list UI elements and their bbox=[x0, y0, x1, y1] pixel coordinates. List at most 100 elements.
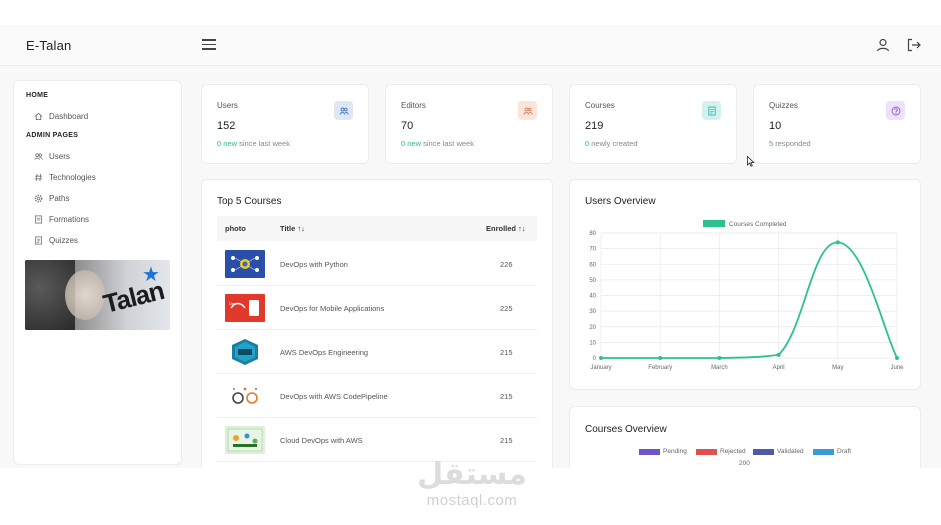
stat-subtext: 0 newly created bbox=[585, 139, 638, 148]
card-title: Top 5 Courses bbox=[217, 196, 282, 207]
stat-card-quizzes: Quizzes 10 5 responded bbox=[753, 84, 921, 164]
sidebar-item-paths[interactable]: Paths bbox=[34, 191, 69, 205]
course-title: AWS DevOps Engineering bbox=[280, 348, 369, 357]
y-tick-label: 70 bbox=[589, 247, 596, 253]
sidebar-item-technologies[interactable]: Technologies bbox=[34, 170, 96, 184]
stat-label: Users bbox=[217, 101, 238, 110]
data-point bbox=[835, 240, 840, 245]
stat-label: Quizzes bbox=[769, 101, 798, 110]
sidebar-item-label: Formations bbox=[49, 214, 90, 224]
stat-value: 10 bbox=[769, 120, 782, 132]
y-tick-label: 0 bbox=[593, 356, 597, 362]
aws-thumb bbox=[225, 338, 265, 366]
y-tick-label: 60 bbox=[589, 262, 596, 268]
promo-image: Talan ★ bbox=[25, 260, 170, 330]
app-window: E-Talan HOME Dashboard ADMIN PAGES Users… bbox=[0, 25, 941, 468]
mobile-thumb: Dev bbox=[225, 294, 265, 322]
stat-card-users: Users 152 0 new since last week bbox=[201, 84, 369, 164]
top-courses-card: Top 5 Courses photo Title ↑↓ Enrolled ↑↓… bbox=[201, 179, 553, 468]
sidebar-section-admin: ADMIN PAGES bbox=[26, 132, 79, 139]
sidebar: HOME Dashboard ADMIN PAGES Users Technol… bbox=[13, 80, 182, 465]
watermark-arabic: مستقل bbox=[417, 457, 527, 492]
data-point bbox=[776, 352, 781, 357]
column-photo: photo bbox=[225, 224, 246, 233]
users-icon bbox=[334, 101, 353, 120]
stat-subtext: 0 new since last week bbox=[401, 139, 474, 148]
home-icon bbox=[34, 112, 43, 120]
python-thumb bbox=[225, 250, 265, 278]
radar-tick-label: 200 bbox=[739, 460, 750, 467]
logout-icon[interactable] bbox=[906, 37, 922, 53]
stat-label: Courses bbox=[585, 101, 615, 110]
document-icon bbox=[702, 101, 721, 120]
sidebar-item-dashboard[interactable]: Dashboard bbox=[34, 109, 88, 123]
x-tick-label: April bbox=[773, 365, 785, 371]
star-icon: ★ bbox=[142, 264, 160, 286]
data-point bbox=[599, 356, 603, 360]
y-tick-label: 30 bbox=[589, 309, 596, 315]
table-header: photo Title ↑↓ Enrolled ↑↓ bbox=[217, 216, 537, 241]
x-tick-label: June bbox=[890, 365, 904, 371]
sidebar-item-label: Paths bbox=[49, 193, 70, 203]
sidebar-item-label: Dashboard bbox=[49, 111, 89, 121]
stat-value: 70 bbox=[401, 120, 414, 132]
course-enrolled: 226 bbox=[500, 260, 513, 269]
data-point bbox=[895, 356, 899, 360]
stat-card-editors: Editors 70 0 new since last week bbox=[385, 84, 553, 164]
menu-toggle-button[interactable] bbox=[202, 39, 216, 50]
card-title: Courses Overview bbox=[585, 424, 667, 435]
legend-swatch bbox=[703, 220, 725, 227]
course-title: DevOps with AWS CodePipeline bbox=[280, 392, 388, 401]
stat-card-courses: Courses 219 0 newly created bbox=[569, 84, 737, 164]
table-row[interactable]: Cloud DevOps with AWS 215 bbox=[217, 418, 537, 462]
x-tick-label: May bbox=[832, 365, 843, 371]
svg-text:Dev: Dev bbox=[229, 301, 236, 306]
x-tick-label: March bbox=[711, 365, 728, 371]
column-enrolled-sort[interactable]: Enrolled ↑↓ bbox=[486, 224, 526, 233]
users-overview-chart: 0 10 20 30 40 50 60 70 80 January February March Apr… bbox=[589, 220, 904, 371]
table-row[interactable]: DevOps with Python 226 bbox=[217, 242, 537, 286]
table-row[interactable]: AWS DevOps Engineering 215 bbox=[217, 330, 537, 374]
course-title: Cloud DevOps with AWS bbox=[280, 436, 363, 445]
cloud-thumb bbox=[225, 426, 265, 454]
legend-pending: Pending bbox=[639, 448, 687, 455]
legend-validated: Validated bbox=[753, 448, 804, 455]
data-point bbox=[717, 356, 722, 360]
stat-subtext: 5 responded bbox=[769, 139, 811, 148]
sidebar-item-quizzes[interactable]: Quizzes bbox=[34, 233, 78, 247]
watermark: مستقل mostaql.com bbox=[412, 458, 532, 516]
courses-overview-card: Courses Overview Pending Rejected Valida… bbox=[569, 406, 921, 468]
y-tick-label: 50 bbox=[589, 278, 596, 284]
course-enrolled: 215 bbox=[500, 436, 513, 445]
book-icon bbox=[34, 215, 43, 223]
editors-icon bbox=[518, 101, 537, 120]
menu-icon bbox=[202, 39, 216, 41]
quiz-icon bbox=[34, 236, 43, 244]
stat-subtext: 0 new since last week bbox=[217, 139, 290, 148]
sidebar-item-users[interactable]: Users bbox=[34, 149, 70, 163]
table-row[interactable]: Dev DevOps for Mobile Applications 225 bbox=[217, 286, 537, 330]
data-point bbox=[658, 356, 663, 360]
column-title-sort[interactable]: Title ↑↓ bbox=[280, 224, 305, 233]
stat-value: 219 bbox=[585, 120, 604, 132]
brand-title: E-Talan bbox=[26, 38, 72, 53]
y-tick-label: 80 bbox=[589, 231, 596, 237]
course-title: DevOps for Mobile Applications bbox=[280, 304, 385, 313]
course-enrolled: 215 bbox=[500, 348, 513, 357]
series-line bbox=[601, 241, 898, 359]
sidebar-item-label: Users bbox=[49, 151, 70, 161]
sidebar-section-home: HOME bbox=[26, 92, 49, 99]
table-row[interactable]: DevOps with AWS CodePipeline 215 bbox=[217, 374, 537, 418]
user-icon[interactable] bbox=[875, 37, 891, 53]
sidebar-item-formations[interactable]: Formations bbox=[34, 212, 89, 226]
watermark-latin: mostaql.com bbox=[426, 492, 518, 509]
hash-icon bbox=[34, 173, 43, 181]
gear-icon bbox=[34, 194, 43, 202]
users-icon bbox=[34, 152, 43, 160]
y-tick-label: 20 bbox=[589, 325, 596, 331]
mouse-cursor-icon bbox=[747, 156, 755, 167]
pipeline-thumb bbox=[225, 382, 265, 410]
legend-rejected: Rejected bbox=[696, 448, 746, 455]
x-tick-label: February bbox=[648, 365, 672, 371]
legend-label: Courses Completed bbox=[729, 221, 787, 228]
